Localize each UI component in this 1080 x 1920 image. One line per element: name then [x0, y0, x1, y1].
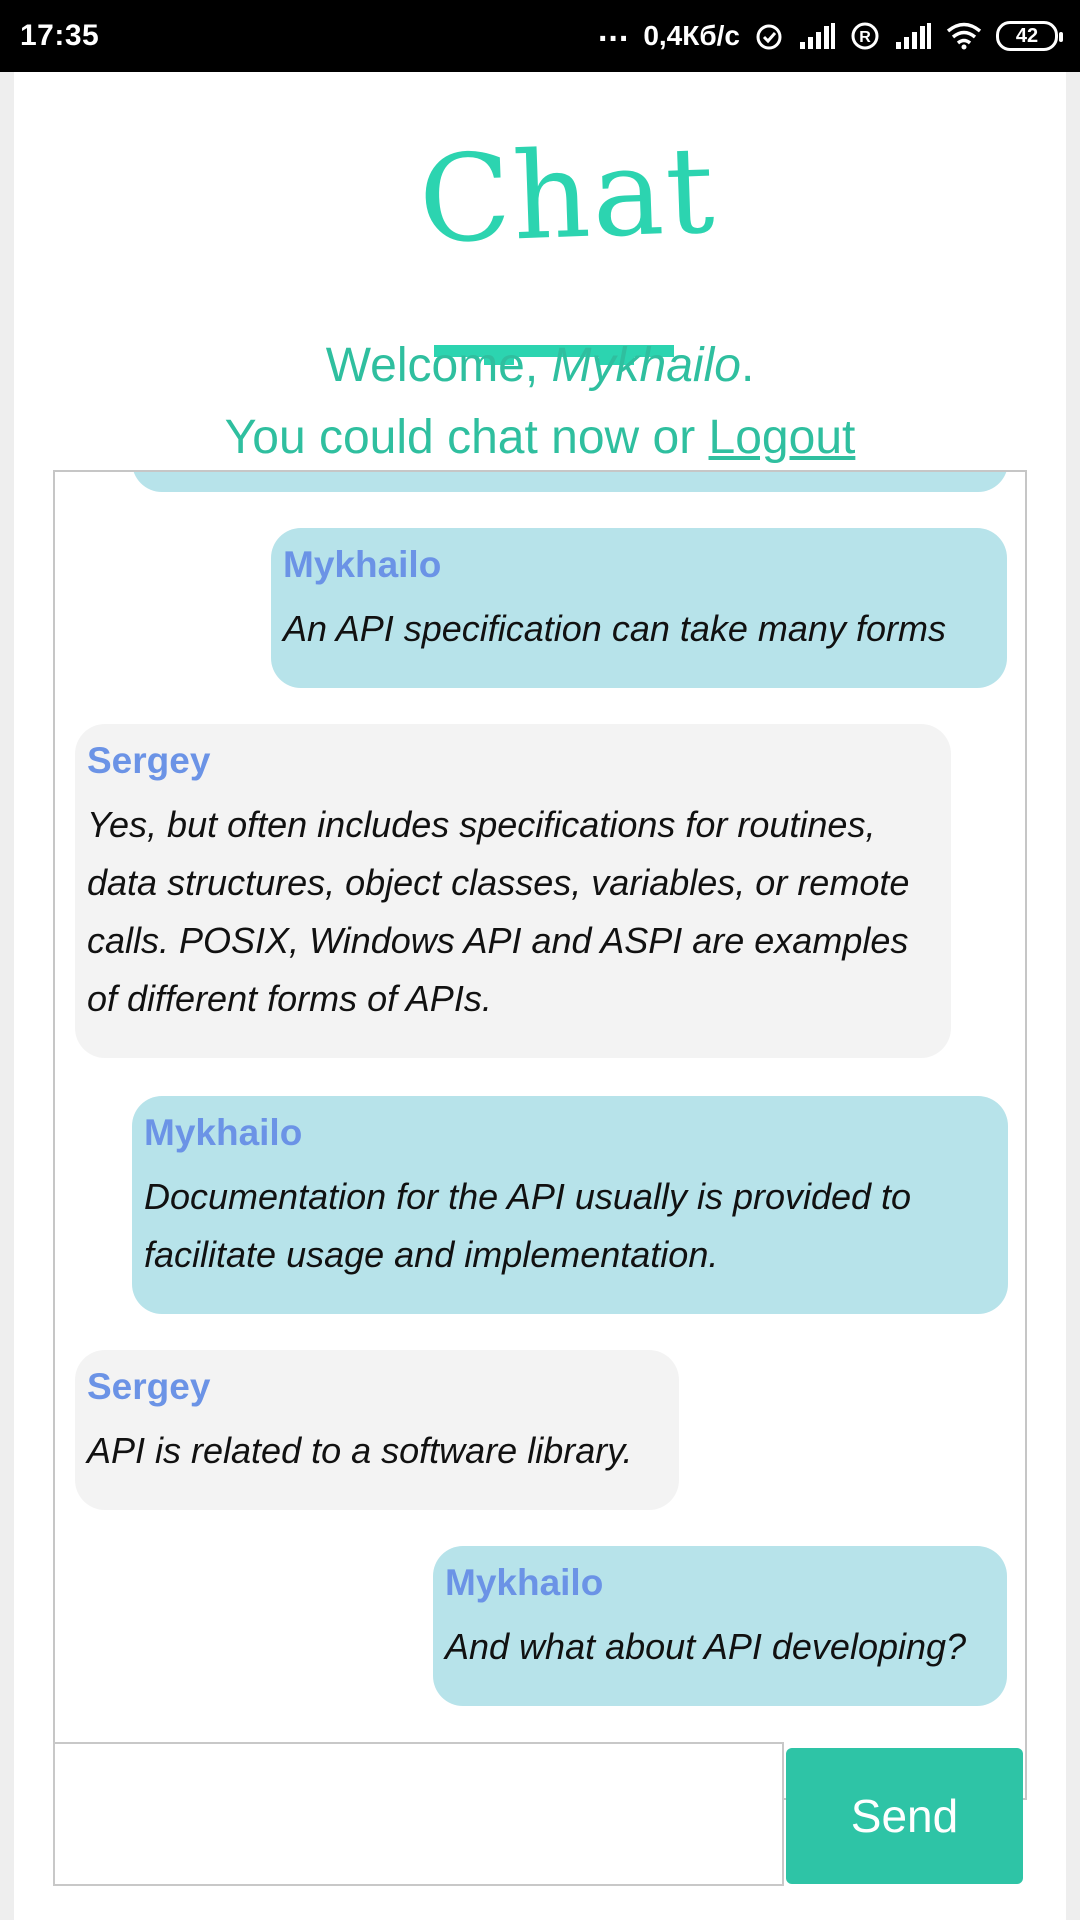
message-bubble: Mykhailo An API specification can take m… — [271, 528, 1007, 688]
message-author: Mykhailo — [283, 544, 442, 585]
signal-icon — [798, 22, 836, 50]
battery-icon: 42 — [996, 21, 1063, 51]
message-author: Sergey — [87, 1366, 211, 1407]
status-time: 17:35 — [20, 19, 100, 52]
signal-icon — [894, 22, 932, 50]
welcome-suffix: . — [740, 339, 755, 392]
send-button[interactable]: Send — [786, 1748, 1023, 1884]
wifi-icon — [946, 22, 982, 50]
more-dots-icon: ... — [597, 10, 630, 49]
message-bubble: Mykhailo Documentation for the API usual… — [132, 1096, 1008, 1314]
logout-link[interactable]: Logout — [709, 411, 856, 464]
message-author: Mykhailo — [445, 1562, 604, 1603]
chat-messages-panel[interactable]: Mykhailo An API specification can take m… — [53, 470, 1027, 1800]
message-input[interactable] — [53, 1742, 784, 1886]
battery-level: 42 — [1015, 24, 1039, 47]
svg-text:R: R — [859, 29, 871, 46]
message-author: Mykhailo — [144, 1112, 303, 1153]
message-author: Sergey — [87, 740, 211, 781]
registered-icon: R — [850, 21, 880, 51]
message-text: And what about API developing? — [445, 1626, 967, 1667]
welcome-line: Welcome, Mykhailo. — [14, 330, 1066, 402]
message-text: An API specification can take many forms — [283, 608, 946, 649]
chat-prompt-text: You could chat now or — [224, 411, 709, 464]
message-text: Yes, but often includes specifications f… — [87, 804, 910, 1019]
username: Mykhailo — [551, 339, 741, 392]
message-bubble: Mykhailo And what about API developing? — [433, 1546, 1007, 1706]
message-bubble-partial — [132, 472, 1008, 492]
chat-page: Chat Welcome, Mykhailo. You could chat n… — [14, 72, 1066, 1920]
message-text: API is related to a software library. — [87, 1430, 633, 1471]
alarm-icon — [754, 21, 784, 51]
network-speed: 0,4Кб/с — [643, 20, 740, 51]
message-bubble: Sergey API is related to a software libr… — [75, 1350, 679, 1510]
message-bubble: Sergey Yes, but often includes specifica… — [75, 724, 951, 1058]
welcome-prefix: Welcome, — [325, 339, 552, 392]
chat-prompt-line: You could chat now or Logout — [14, 402, 1066, 474]
message-text: Documentation for the API usually is pro… — [144, 1176, 912, 1275]
status-bar: 17:35 ... 0,4Кб/с R 42 — [0, 0, 1080, 72]
welcome-message: Welcome, Mykhailo. You could chat now or… — [14, 330, 1066, 474]
status-icons: ... 0,4Кб/с R 42 — [598, 11, 1063, 52]
